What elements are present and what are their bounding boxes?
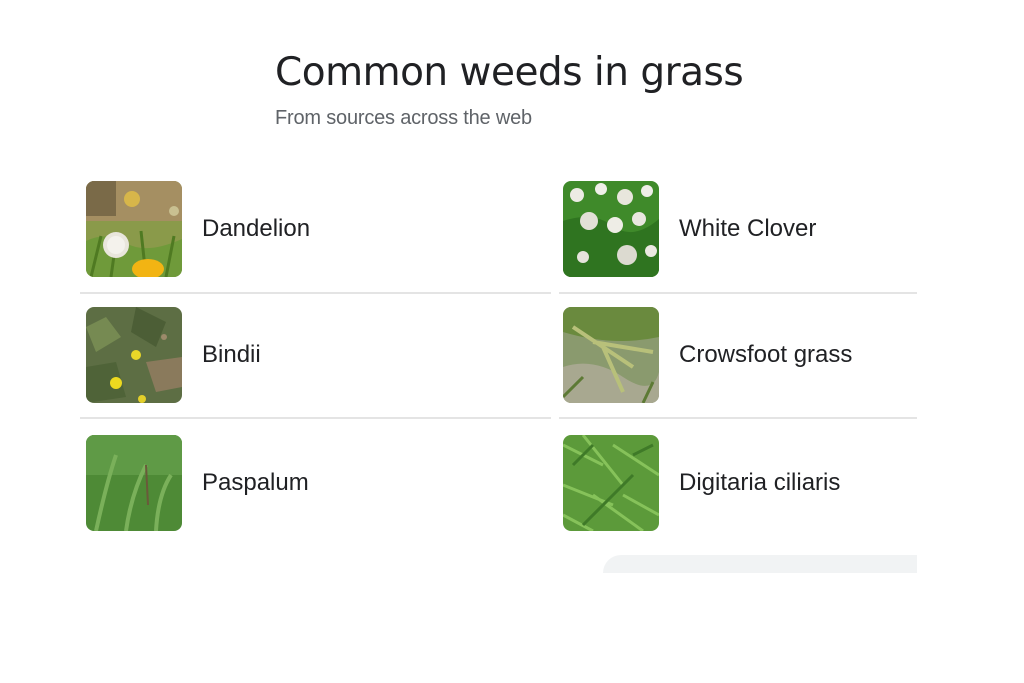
dandelion-thumbnail bbox=[86, 181, 182, 277]
list-item-paspalum[interactable]: Paspalum bbox=[86, 435, 309, 531]
row-divider bbox=[80, 417, 551, 419]
panel-title: Common weeds in grass bbox=[275, 50, 744, 95]
row-divider bbox=[559, 292, 917, 294]
paspalum-thumbnail bbox=[86, 435, 182, 531]
row-divider bbox=[559, 417, 917, 419]
item-label: Digitaria ciliaris bbox=[679, 469, 841, 496]
row-divider bbox=[80, 292, 551, 294]
panel-subtitle: From sources across the web bbox=[275, 107, 532, 129]
item-label: Crowsfoot grass bbox=[679, 341, 853, 368]
more-results-bar[interactable] bbox=[603, 555, 917, 573]
item-label: Dandelion bbox=[202, 215, 311, 242]
digitaria-ciliaris-thumbnail bbox=[563, 435, 659, 531]
list-item-white-clover[interactable]: White Clover bbox=[563, 181, 816, 277]
weeds-panel: Common weeds in grass From sources acros… bbox=[0, 0, 1024, 683]
white-clover-thumbnail bbox=[563, 181, 659, 277]
list-item-digitaria-ciliaris[interactable]: Digitaria ciliaris bbox=[563, 435, 840, 531]
item-label: White Clover bbox=[679, 215, 817, 242]
item-label: Paspalum bbox=[202, 469, 309, 496]
panel-header: Common weeds in grass From sources acros… bbox=[275, 48, 744, 130]
list-item-bindii[interactable]: Bindii bbox=[86, 307, 261, 403]
bindii-thumbnail bbox=[86, 307, 182, 403]
list-item-crowsfoot-grass[interactable]: Crowsfoot grass bbox=[563, 307, 852, 403]
crowsfoot-grass-thumbnail bbox=[563, 307, 659, 403]
item-label: Bindii bbox=[202, 341, 261, 368]
list-item-dandelion[interactable]: Dandelion bbox=[86, 181, 310, 277]
